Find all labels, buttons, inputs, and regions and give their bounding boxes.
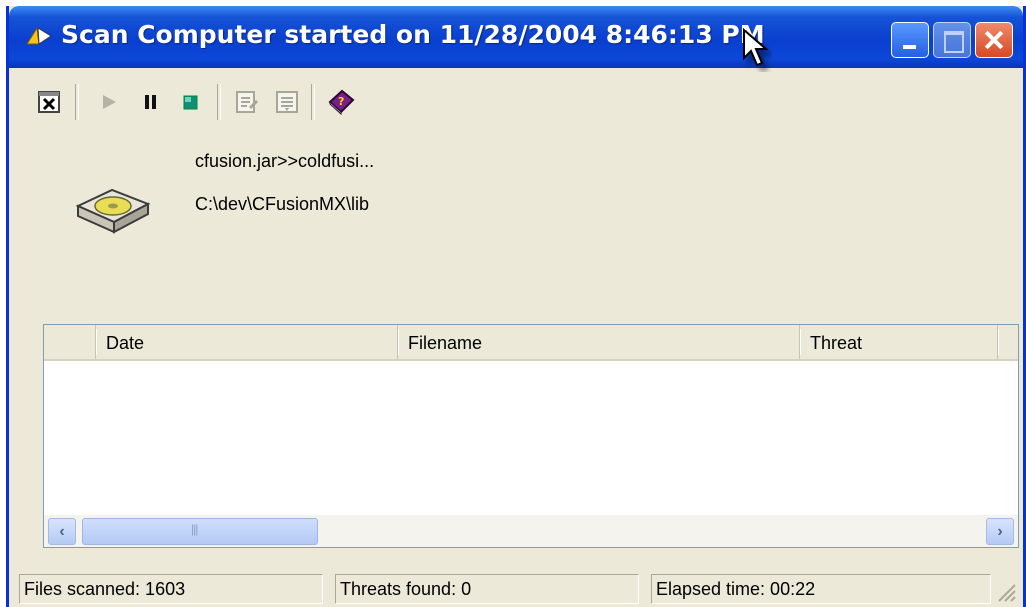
properties-icon xyxy=(236,91,259,113)
help-book-icon: ? xyxy=(328,89,355,116)
stop-scan-button[interactable] xyxy=(175,86,207,118)
current-file-label: cfusion.jar>>coldfusi... xyxy=(195,151,375,171)
scroll-right-button[interactable]: › xyxy=(986,518,1014,545)
stop-icon xyxy=(183,95,198,110)
close-scan-button[interactable] xyxy=(33,86,65,118)
column-header-filename[interactable]: Filename xyxy=(398,325,801,359)
toolbar-separator xyxy=(75,84,79,120)
column-header-threat[interactable]: Threat xyxy=(800,325,999,359)
svg-text:?: ? xyxy=(338,95,344,108)
details-button[interactable] xyxy=(271,86,303,118)
scroll-left-button[interactable]: ‹ xyxy=(48,518,76,545)
elapsed-time-status: Elapsed time: 00:22 xyxy=(651,574,991,604)
current-path-label: C:\dev\CFusionMX\lib xyxy=(195,194,370,214)
details-icon xyxy=(276,91,298,113)
mouse-cursor-icon xyxy=(743,28,769,67)
maximize-button[interactable] xyxy=(933,22,971,58)
help-button[interactable]: ? xyxy=(325,86,357,118)
column-header-icon[interactable] xyxy=(44,325,97,359)
chevron-right-icon: › xyxy=(997,523,1003,540)
chevron-left-icon: ‹ xyxy=(59,523,65,540)
start-scan-button[interactable] xyxy=(93,86,125,118)
column-header-extra[interactable] xyxy=(998,325,1018,359)
pause-icon xyxy=(145,95,156,109)
column-header-date[interactable]: Date xyxy=(96,325,399,359)
close-button[interactable] xyxy=(975,22,1013,58)
scroll-thumb[interactable] xyxy=(82,518,318,545)
play-icon xyxy=(103,95,116,109)
toolbar-separator xyxy=(311,84,315,120)
scan-app-icon xyxy=(26,26,52,45)
status-bar: Files scanned: 1603 Threats found: 0 Ela… xyxy=(9,572,1023,607)
title-bar[interactable]: Scan Computer started on 11/28/2004 8:46… xyxy=(9,6,1023,68)
scan-window: Scan Computer started on 11/28/2004 8:46… xyxy=(6,6,1026,607)
toolbar-separator xyxy=(217,84,221,120)
properties-button[interactable] xyxy=(231,86,263,118)
threats-found-status: Threats found: 0 xyxy=(335,574,639,604)
resize-grip-icon[interactable] xyxy=(993,579,1017,603)
pause-scan-button[interactable] xyxy=(135,86,167,118)
minimize-button[interactable] xyxy=(891,22,929,58)
drive-icon xyxy=(75,188,151,234)
list-header: Date Filename Threat xyxy=(44,325,1018,361)
horizontal-scrollbar[interactable]: ‹ › xyxy=(44,515,1018,547)
close-scan-icon xyxy=(38,91,60,113)
results-list[interactable]: Date Filename Threat ‹ › xyxy=(43,324,1019,548)
window-title: Scan Computer started on 11/28/2004 8:46… xyxy=(61,20,765,49)
files-scanned-status: Files scanned: 1603 xyxy=(19,574,323,604)
